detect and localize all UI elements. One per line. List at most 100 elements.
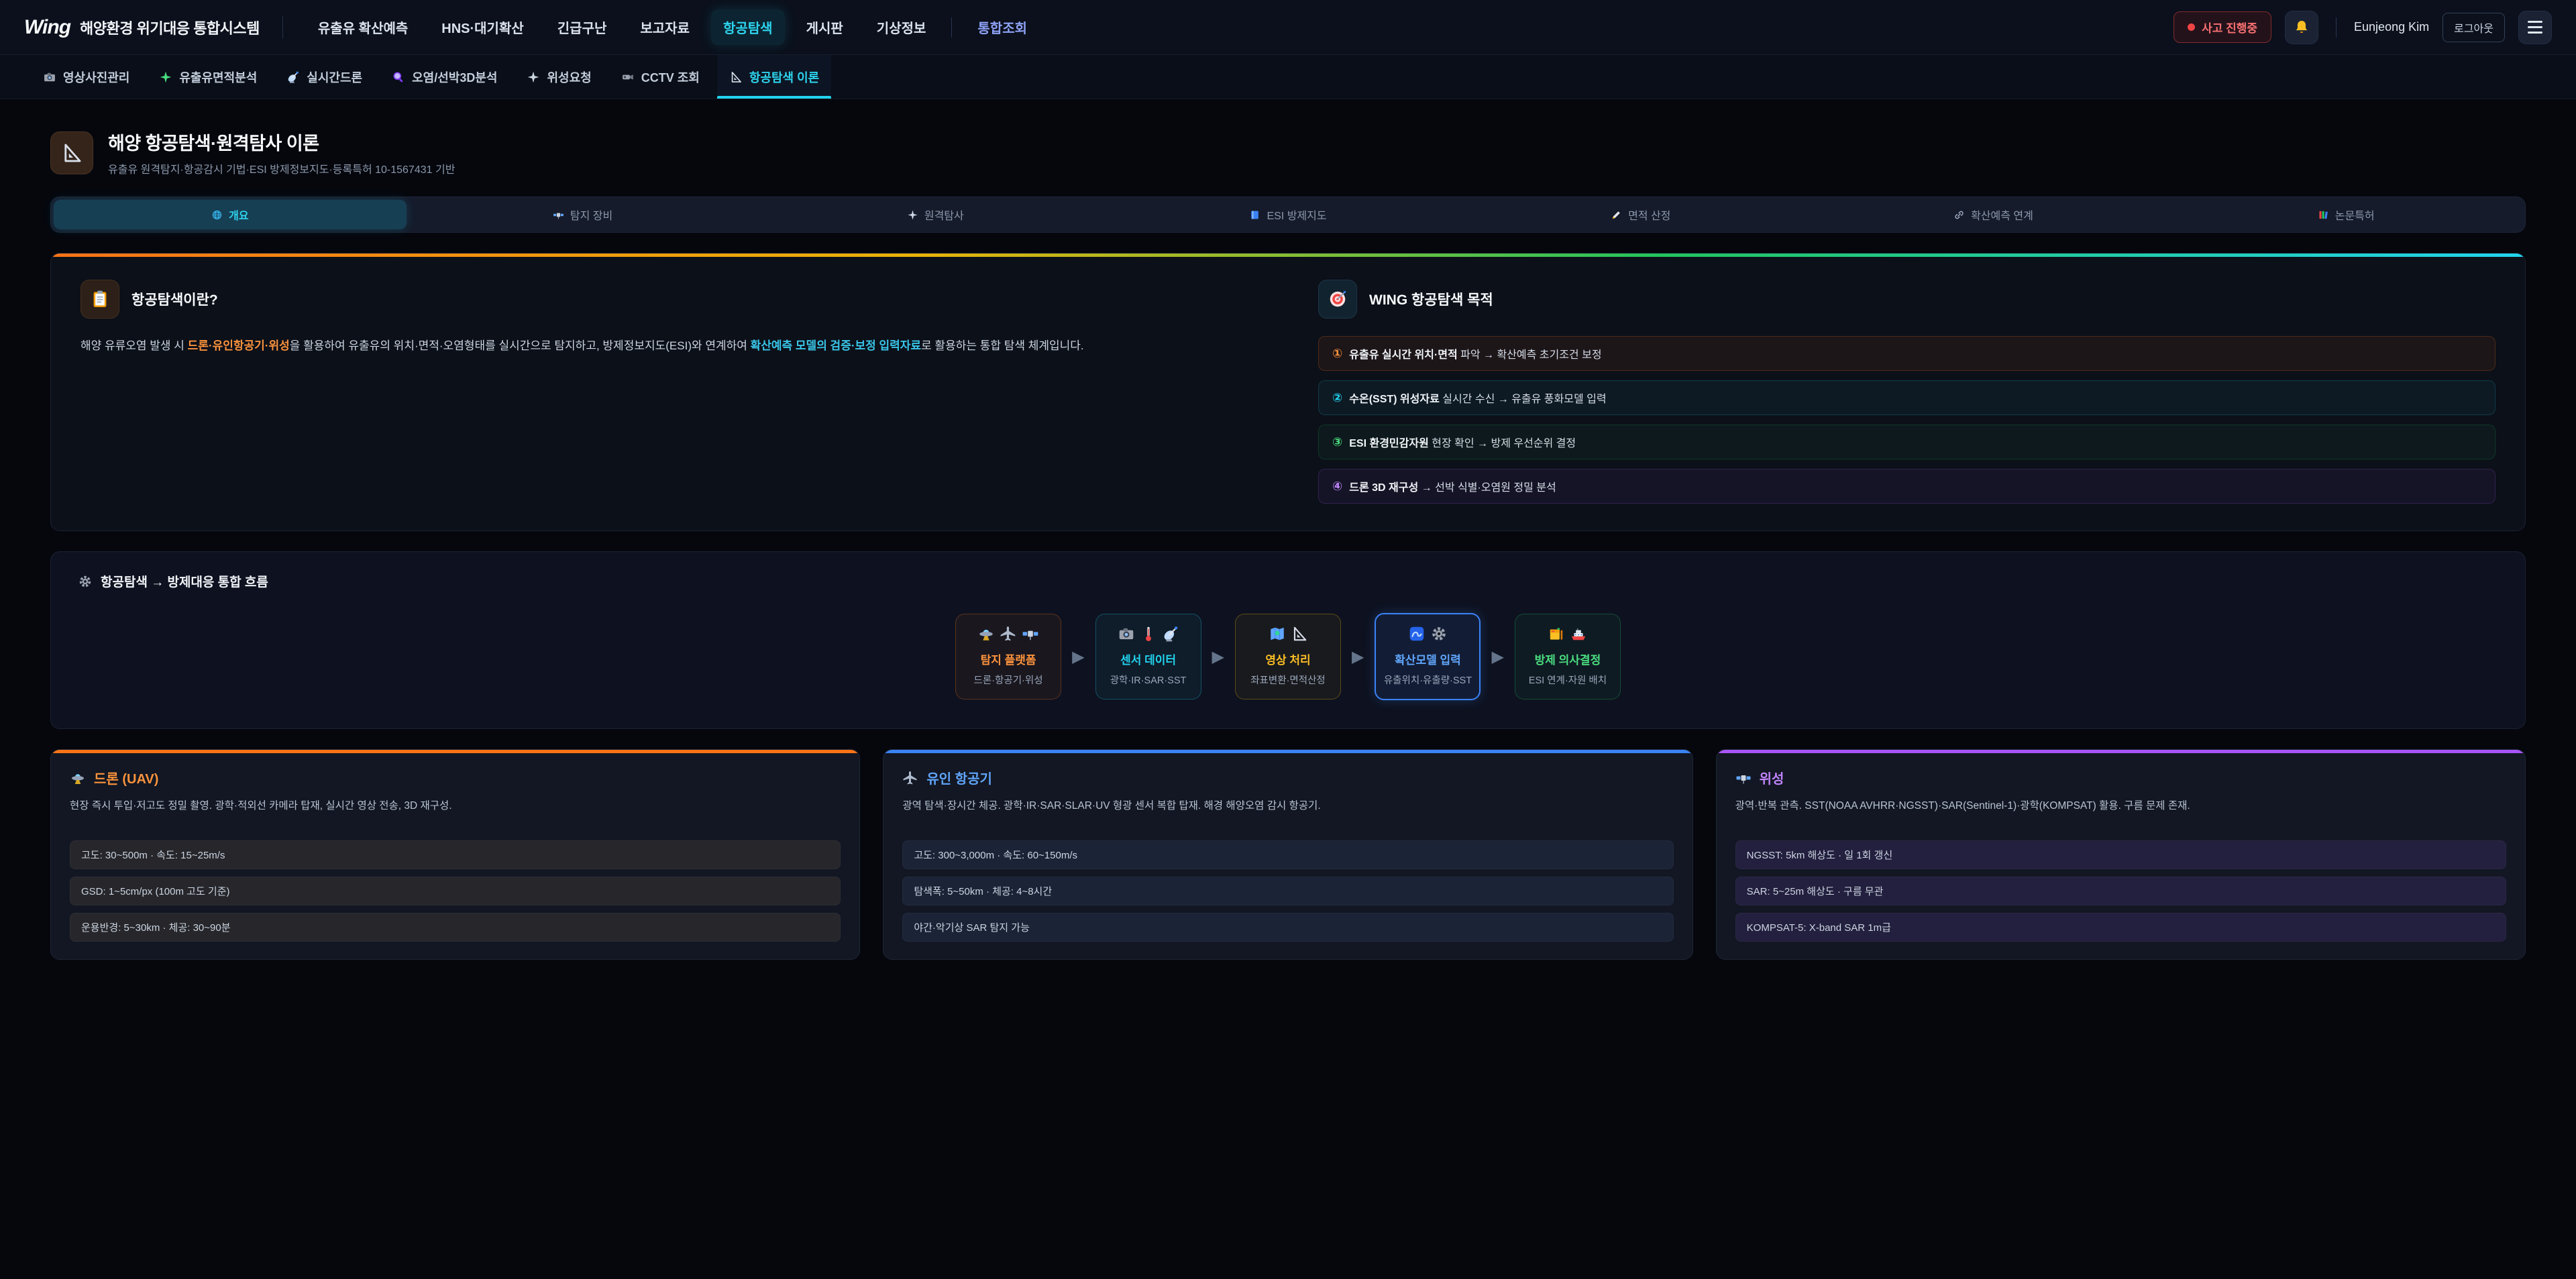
subnav-label: 오염/선박3D분석 (412, 68, 497, 86)
flow-steps: 탐지 플랫폼 드론·항공기·위성 ▶ 센서 데이터 광학·IR·SAR·SST … (78, 613, 2498, 700)
tab-label: 확산예측 연계 (1971, 207, 2033, 223)
drone-icon (70, 770, 86, 786)
tab-prediction-link[interactable]: 확산예측 연계 (1817, 200, 2170, 229)
card-title: 유인 항공기 (926, 768, 992, 787)
card-description: 현장 즉시 투입·저고도 정밀 촬영. 광학·적외선 카메라 탑재, 실시간 영… (70, 798, 841, 833)
card-title: 위성 (1760, 768, 1784, 787)
subnav-item-image-photo-mgmt[interactable]: 영상사진관리 (31, 55, 142, 99)
nav-item-integrated-search[interactable]: 통합조회 (965, 9, 1039, 45)
response-flow-panel: 항공탐색 → 방제대응 통합 흐름 탐지 플랫폼 드론·항공기·위성 ▶ (50, 551, 2526, 729)
star-icon (907, 209, 918, 221)
subnav-item-cctv[interactable]: CCTV 조회 (609, 55, 712, 99)
tab-esi-map[interactable]: ESI 방제지도 (1112, 200, 1464, 229)
set-square-icon (1291, 625, 1308, 643)
flow-step-detection-platform: 탐지 플랫폼 드론·항공기·위성 (955, 614, 1061, 700)
tab-label: 개요 (229, 207, 248, 223)
clipboard-icon-box (80, 280, 119, 319)
tab-overview[interactable]: 개요 (54, 200, 407, 229)
spec-row: 운용반경: 5~30km · 체공: 30~90분 (70, 913, 841, 942)
app-logo[interactable]: Wing 해양환경 위기대응 통합시스템 (24, 16, 260, 39)
target-icon-box (1318, 280, 1357, 319)
tab-label: 탐지 장비 (570, 207, 612, 223)
overview-panel: 항공탐색이란? 해양 유류오염 발생 시 드론·유인항공기·위성을 활용하여 유… (50, 253, 2526, 531)
camera-icon (43, 70, 56, 84)
tab-label: 면적 산정 (1628, 207, 1670, 223)
tab-area-calculation[interactable]: 면적 산정 (1464, 200, 1817, 229)
card-title: 드론 (UAV) (94, 768, 158, 787)
cctv-icon (621, 70, 635, 84)
satellite-icon (553, 209, 564, 221)
hamburger-menu-button[interactable] (2518, 11, 2552, 44)
subnav-item-satellite-request[interactable]: 위성요청 (515, 55, 603, 99)
spec-row: 고도: 300~3,000m · 속도: 60~150m/s (902, 840, 1673, 869)
divider (2336, 17, 2337, 38)
flow-title: 항공탐색 → 방제대응 통합 흐름 (101, 572, 268, 590)
flow-step-dispersion-model-input: 확산모델 입력 유출위치·유출량·SST (1375, 613, 1481, 700)
flow-arrow-icon: ▶ (1491, 647, 1503, 667)
bell-icon (2293, 19, 2310, 36)
card-drone-uav: 드론 (UAV) 현장 즉시 투입·저고도 정밀 촬영. 광학·적외선 카메라 … (50, 749, 860, 960)
tab-papers-patents[interactable]: 논문특허 (2169, 200, 2522, 229)
gear-icon (1430, 625, 1448, 643)
subnav-item-realtime-drone[interactable]: 실시간드론 (274, 55, 374, 99)
step-title: 확산모델 입력 (1383, 651, 1472, 667)
ship-icon (1570, 625, 1587, 643)
subnav-item-aerial-search-theory[interactable]: 항공탐색 이론 (717, 55, 831, 99)
nav-item-oil-spill-prediction[interactable]: 유출유 확산예측 (306, 9, 420, 45)
nav-item-weather[interactable]: 기상정보 (865, 9, 938, 45)
step-title: 방제 의사결정 (1522, 651, 1613, 667)
set-square-icon (60, 142, 83, 164)
subnav-label: 유출유면적분석 (179, 68, 257, 86)
purpose-item-4: ④드론 3D 재구성 → 선박 식별·오염원 정밀 분석 (1318, 469, 2496, 504)
spec-row: 탐색폭: 5~50km · 체공: 4~8시간 (902, 877, 1673, 905)
tab-remote-sensing[interactable]: 원격탐사 (759, 200, 1112, 229)
nav-item-reports[interactable]: 보고자료 (628, 9, 702, 45)
gear-icon (78, 574, 93, 589)
step-subtitle: ESI 연계·자원 배치 (1522, 673, 1613, 687)
theory-tabbar: 개요 탐지 장비 원격탐사 ESI 방제지도 면적 산정 확산예측 연계 논문특… (50, 197, 2526, 233)
logout-button[interactable]: 로그아웃 (2443, 13, 2505, 42)
top-navbar: Wing 해양환경 위기대응 통합시스템 유출유 확산예측 HNS·대기확산 긴… (0, 0, 2576, 55)
card-description: 광역 탐색·장시간 체공. 광학·IR·SAR·SLAR·UV 형광 센서 복합… (902, 798, 1673, 833)
wave-icon (1408, 625, 1426, 643)
purpose-item-3: ③ESI 환경민감자원 현장 확인 → 방제 우선순위 결정 (1318, 425, 2496, 459)
spec-row: SAR: 5~25m 해상도 · 구름 무관 (1735, 877, 2506, 905)
incident-status-badge: 사고 진행중 (2174, 11, 2271, 43)
subnav-label: 영상사진관리 (63, 68, 129, 86)
subnav-label: CCTV 조회 (641, 68, 700, 86)
purpose-item-1: ①유출유 실시간 위치·면적 파악 → 확산예측 초기조건 보정 (1318, 336, 2496, 371)
step-subtitle: 드론·항공기·위성 (963, 673, 1054, 687)
subnav-label: 위성요청 (547, 68, 591, 86)
thermometer-icon (1140, 625, 1157, 643)
page-header: 해양 항공탐색·원격탐사 이론 유출유 원격탐지·항공감시 기법·ESI 방제정… (50, 129, 2526, 176)
nav-item-aerial-search[interactable]: 항공탐색 (711, 9, 785, 45)
drone-icon (977, 625, 995, 643)
nav-item-emergency-rescue[interactable]: 긴급구난 (545, 9, 619, 45)
subnav-label: 실시간드론 (307, 68, 362, 86)
navbar-right: 사고 진행중 Eunjeong Kim 로그아웃 (2174, 11, 2552, 44)
nav-item-hns-dispersion[interactable]: HNS·대기확산 (429, 9, 536, 45)
satellite-icon (1022, 625, 1039, 643)
spec-row: NGSST: 5km 해상도 · 일 1회 갱신 (1735, 840, 2506, 869)
sparkle-green-icon (159, 70, 172, 84)
notifications-button[interactable] (2285, 11, 2318, 44)
spec-row: GSD: 1~5cm/px (100m 고도 기준) (70, 877, 841, 905)
nav-item-board[interactable]: 게시판 (794, 9, 855, 45)
page-icon-box (50, 131, 93, 174)
tab-label: ESI 방제지도 (1267, 207, 1326, 223)
airplane-icon (1000, 625, 1017, 643)
subnav-item-oil-area-analysis[interactable]: 유출유면적분석 (147, 55, 269, 99)
step-title: 영상 처리 (1242, 651, 1334, 667)
clipboard-icon (90, 289, 110, 309)
flow-arrow-icon: ▶ (1072, 647, 1084, 667)
tab-detection-equipment[interactable]: 탐지 장비 (407, 200, 759, 229)
magnifier-icon (392, 70, 405, 84)
wing-purpose-section: WING 항공탐색 목적 ①유출유 실시간 위치·면적 파악 → 확산예측 초기… (1318, 280, 2496, 504)
app-title: 해양환경 위기대응 통합시스템 (80, 17, 260, 38)
incident-badge-label: 사고 진행중 (2202, 19, 2257, 36)
subnav-item-pollution-ship-3d[interactable]: 오염/선박3D분석 (380, 55, 509, 99)
subnav-label: 항공탐색 이론 (749, 68, 819, 86)
spec-row: 고도: 30~500m · 속도: 15~25m/s (70, 840, 841, 869)
step-subtitle: 좌표변환·면적산정 (1242, 673, 1334, 687)
filebox-icon (1548, 625, 1565, 643)
